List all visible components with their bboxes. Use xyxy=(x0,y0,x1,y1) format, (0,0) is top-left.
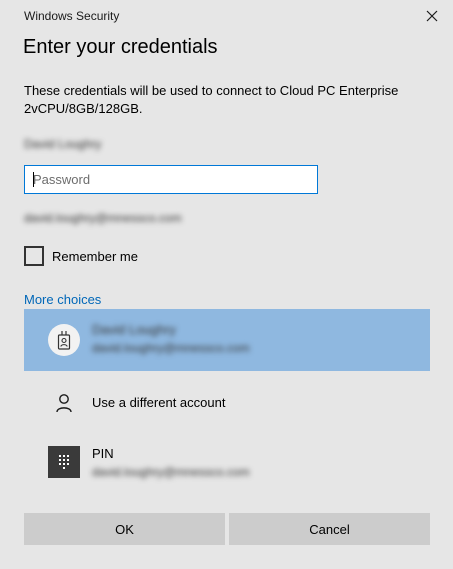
password-field[interactable] xyxy=(24,165,318,194)
choice-pin[interactable]: PIN david.loughry@mnessco.com xyxy=(24,438,430,490)
choice-pin-email: david.loughry@mnessco.com xyxy=(92,465,250,479)
more-choices-link[interactable]: More choices xyxy=(24,292,101,307)
pin-icon-wrap xyxy=(48,446,80,478)
choice-current-name: David Loughry xyxy=(92,322,176,337)
choice-different-account[interactable]: Use a different account xyxy=(24,380,430,426)
remember-me-row[interactable]: Remember me xyxy=(24,246,138,266)
badge-icon xyxy=(48,324,80,356)
remember-me-checkbox[interactable] xyxy=(24,246,44,266)
close-icon[interactable] xyxy=(426,10,438,22)
choice-current-account[interactable]: David Loughry david.loughry@mnessco.com xyxy=(24,309,430,371)
ok-button[interactable]: OK xyxy=(24,513,225,545)
remember-me-label[interactable]: Remember me xyxy=(52,249,138,264)
username-display: David Loughry xyxy=(24,137,102,151)
person-icon-wrap xyxy=(48,387,80,419)
person-icon xyxy=(56,394,72,413)
choice-pin-text: PIN david.loughry@mnessco.com xyxy=(92,445,250,481)
choice-current-email: david.loughry@mnessco.com xyxy=(92,341,250,355)
choice-current-text: David Loughry david.loughry@mnessco.com xyxy=(92,321,250,357)
dialog-heading: Enter your credentials xyxy=(23,36,218,58)
email-display: david.loughry@mnessco.com xyxy=(24,211,182,225)
password-input[interactable] xyxy=(25,166,313,193)
window-title: Windows Security xyxy=(24,9,120,23)
close-button[interactable] xyxy=(420,4,444,28)
cancel-button[interactable]: Cancel xyxy=(229,513,430,545)
choice-different-label: Use a different account xyxy=(92,395,226,410)
pin-keypad-icon xyxy=(48,446,80,478)
text-caret xyxy=(33,172,34,187)
dialog-description: These credentials will be used to connec… xyxy=(24,83,399,116)
choice-pin-label: PIN xyxy=(92,446,114,461)
badge-icon-wrap xyxy=(48,324,80,356)
choice-different-text: Use a different account xyxy=(92,394,225,412)
